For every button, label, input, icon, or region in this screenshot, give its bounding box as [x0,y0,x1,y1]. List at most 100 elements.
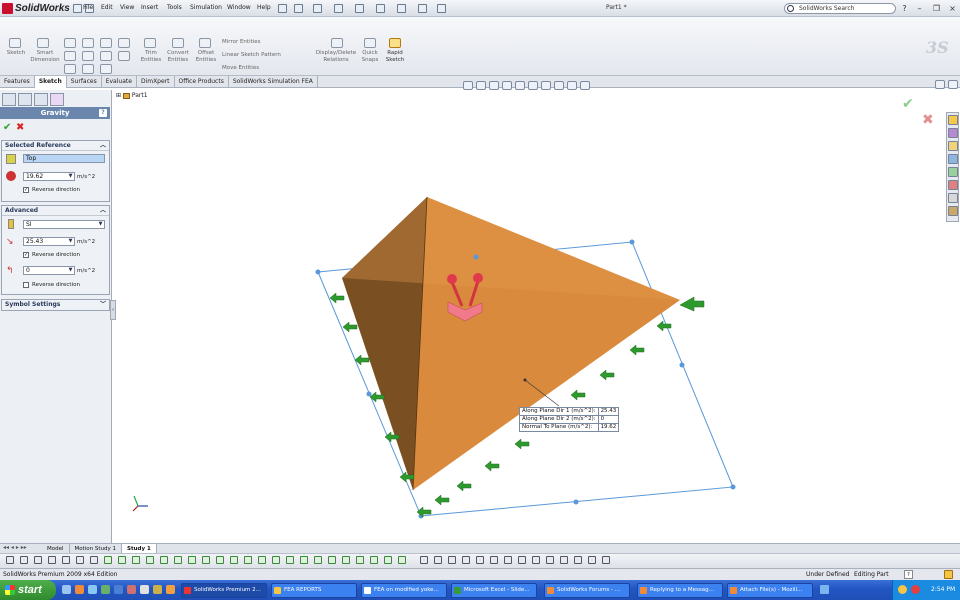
security-icon[interactable] [911,585,920,594]
taskbar-item[interactable]: Attach File(s) - Mozill... [727,583,813,598]
radiation-icon[interactable] [328,556,336,564]
run-icon[interactable] [34,556,42,564]
solidworks-task-icon [184,587,191,594]
ellipse-sketch-icon[interactable] [476,556,484,564]
task-pane [946,112,959,222]
document-task-icon [364,587,371,594]
taskbar-item[interactable]: FEA REPORTS [271,583,357,598]
appearances-icon[interactable] [948,180,958,190]
simulation-advisor-icon[interactable] [948,206,958,216]
fixture-icon[interactable] [104,556,112,564]
custom-properties-icon[interactable] [948,193,958,203]
line-sketch-icon[interactable] [420,556,428,564]
status-tools-icon[interactable] [944,570,953,579]
readout-value: 19.62 [597,423,620,432]
gravity-values-callout: Along Plane Dir 1 (m/s^2): 25.43 Along Pl… [519,407,620,432]
clock[interactable]: 2:54 PM [931,586,955,593]
contact-set-icon[interactable] [342,556,350,564]
compare-icon[interactable] [62,556,70,564]
point-sketch-icon[interactable] [560,556,568,564]
rectangle-sketch-icon[interactable] [574,556,582,564]
excel-quicklaunch-icon[interactable] [101,585,110,594]
elastic-support-icon[interactable] [146,556,154,564]
spring-icon[interactable] [370,556,378,564]
trim-sketch-icon[interactable] [504,556,512,564]
solidworks-resources-icon[interactable] [948,115,958,125]
tab-model[interactable]: Model [42,544,70,553]
extend-sketch-icon[interactable] [518,556,526,564]
report-icon[interactable] [76,556,84,564]
torque-icon[interactable] [174,556,182,564]
triad-icon [132,495,148,512]
status-bar: SolidWorks Premium 2009 x64 Edition Unde… [0,568,960,580]
readout-value: 0 [597,415,620,424]
edition-label: SolidWorks Premium 2009 x64 Edition [3,571,118,578]
excel-task-icon [454,587,461,594]
bearing-load-icon[interactable] [230,556,238,564]
word-quicklaunch-icon[interactable] [114,585,123,594]
heat-flux-icon[interactable] [300,556,308,564]
readout-label: Along Plane Dir 1 (m/s^2): [519,407,599,416]
bolt-icon[interactable] [384,556,392,564]
pressure-icon[interactable] [188,556,196,564]
slash-sketch-icon[interactable] [448,556,456,564]
media-icon[interactable] [140,585,149,594]
taskbar-item[interactable]: Replying to a Messag... [637,583,723,598]
model-graphics [132,196,736,519]
connection-icon[interactable] [90,556,98,564]
search-results-icon[interactable] [948,154,958,164]
quicklaunch-more-icon[interactable] [166,585,175,594]
readout-label: Along Plane Dir 2 (m/s^2): [519,415,599,424]
edit-mode-label: Editing Part [854,571,889,578]
simulation-toolbar-icons [0,553,960,568]
distributed-mass-icon[interactable] [258,556,266,564]
arc-sketch-icon[interactable] [462,556,470,564]
status-help-icon[interactable]: ? [904,570,913,579]
taskbar-overflow-icon[interactable] [820,585,829,594]
parallelogram-sketch-icon[interactable] [588,556,596,564]
callout-anchor [523,378,527,382]
convection-icon[interactable] [286,556,294,564]
study-icon[interactable] [6,556,14,564]
model-study-tabs: Model Motion Study 1 Study 1 [0,543,960,553]
polygon-sketch-icon[interactable] [602,556,610,564]
network-icon[interactable] [898,585,907,594]
readout-row: Along Plane Dir 1 (m/s^2): 25.43 [519,407,620,416]
folder-quicklaunch-icon[interactable] [153,585,162,594]
force-icon[interactable] [160,556,168,564]
firefox-icon[interactable] [75,585,84,594]
spline-sketch-icon[interactable] [490,556,498,564]
heat-power-icon[interactable] [314,556,322,564]
local-contact-icon[interactable] [356,556,364,564]
windows-logo-icon [5,585,15,595]
hinge-icon[interactable] [132,556,140,564]
chamfer-sketch-icon[interactable] [546,556,554,564]
results-icon[interactable] [48,556,56,564]
roller-icon[interactable] [118,556,126,564]
firefox-task-icon [547,587,554,594]
temperature-icon[interactable] [272,556,280,564]
readout-label: Normal To Plane (m/s^2): [519,423,599,432]
fillet-sketch-icon[interactable] [532,556,540,564]
firefox-task-icon [730,587,737,594]
taskbar-item[interactable]: SolidWorks Premium 2... [181,583,267,598]
tab-motion-study-1[interactable]: Motion Study 1 [70,544,123,553]
taskbar-item[interactable]: Microsoft Excel - Slide... [451,583,537,598]
tab-study-1[interactable]: Study 1 [122,544,157,553]
file-explorer-icon[interactable] [948,141,958,151]
design-library-icon[interactable] [948,128,958,138]
pin-connector-icon[interactable] [398,556,406,564]
remote-load-icon[interactable] [244,556,252,564]
show-desktop-icon[interactable] [62,585,71,594]
apply-material-icon[interactable] [20,556,28,564]
powerpoint-quicklaunch-icon[interactable] [127,585,136,594]
explorer-icon[interactable] [88,585,97,594]
view-palette-icon[interactable] [948,167,958,177]
gravity-icon[interactable] [202,556,210,564]
tab-scroll-arrows-icon[interactable]: ◂◂ ◂ ▸ ▸▸ [3,544,27,551]
taskbar-item[interactable]: FEA on modified yoke... [361,583,447,598]
taskbar-item[interactable]: SolidWorks Forums - ... [544,583,630,598]
circle-sketch-icon[interactable] [434,556,442,564]
centrifugal-icon[interactable] [216,556,224,564]
readout-row: Normal To Plane (m/s^2): 19.62 [519,423,620,432]
